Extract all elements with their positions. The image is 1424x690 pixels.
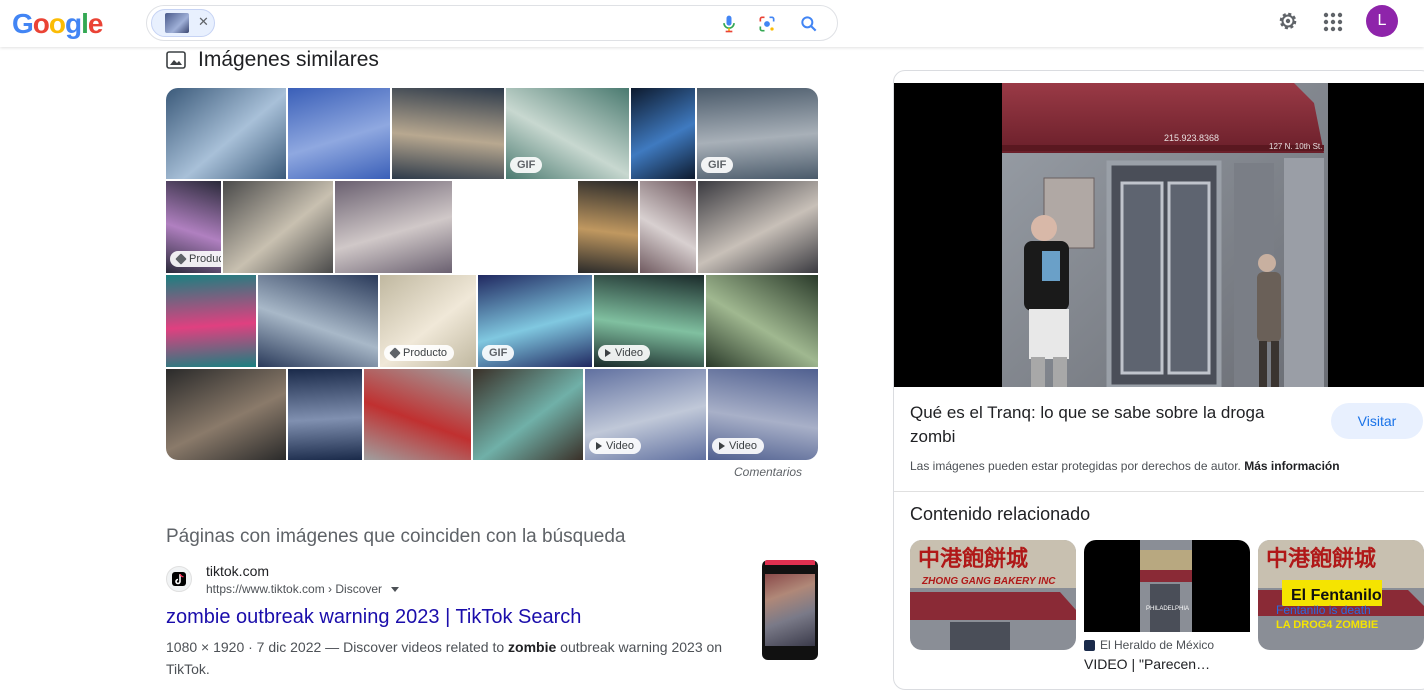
- similar-image-tile[interactable]: [631, 88, 695, 179]
- tag-icon: [389, 347, 401, 359]
- image-icon: [166, 51, 186, 69]
- gif-badge: GIF: [482, 345, 515, 361]
- awning-phone: 215.923.8368: [1164, 133, 1219, 143]
- selected-image[interactable]: 215.923.8368 127 N. 10th St.: [894, 83, 1424, 387]
- caret-down-icon[interactable]: [391, 587, 400, 593]
- search-icon[interactable]: [799, 14, 819, 34]
- similar-image-tile[interactable]: [364, 369, 471, 460]
- product-badge: Producto: [384, 345, 455, 361]
- storefront-image: 215.923.8368 127 N. 10th St.: [894, 83, 1424, 387]
- logo-letter: o: [32, 8, 50, 39]
- similar-image-tile[interactable]: [258, 275, 378, 367]
- similar-image-tile[interactable]: Producto: [380, 275, 476, 367]
- feedback-link[interactable]: Comentarios: [734, 465, 802, 479]
- account-avatar[interactable]: L: [1366, 5, 1398, 37]
- source-favicon-icon: [1084, 639, 1095, 651]
- similar-images-header: Imágenes similares: [166, 46, 379, 74]
- video-badge: Video: [598, 345, 650, 361]
- similar-image-tile[interactable]: [166, 275, 256, 367]
- panel-title[interactable]: Qué es el Tranq: lo que se sabe sobre la…: [910, 401, 1310, 449]
- search-box[interactable]: ✕: [146, 5, 838, 41]
- similar-image-tile[interactable]: [392, 88, 504, 179]
- microphone-icon[interactable]: [719, 14, 739, 34]
- svg-text:中港飽餅城: 中港飽餅城: [918, 546, 1028, 572]
- svg-text:Fentanilo is death: Fentanilo is death: [1276, 603, 1371, 617]
- tag-icon: [175, 253, 187, 265]
- related-card-3[interactable]: 中港飽餅城 El Fentanilo Fentanilo is death LA…: [1258, 540, 1424, 650]
- play-icon: [719, 442, 725, 450]
- svg-text:中港飽餅城: 中港飽餅城: [1266, 546, 1376, 572]
- similar-image-tile[interactable]: Video: [708, 369, 818, 460]
- awning-address: 127 N. 10th St.: [1269, 142, 1322, 151]
- product-badge: Produc: [170, 251, 221, 267]
- logo-letter: o: [48, 8, 66, 39]
- similar-image-tile[interactable]: [473, 369, 583, 460]
- related-content-title: Contenido relacionado: [910, 504, 1091, 524]
- gif-badge: GIF: [510, 157, 543, 173]
- remove-image-icon[interactable]: ✕: [198, 14, 209, 30]
- similar-image-tile[interactable]: [335, 181, 452, 273]
- tiktok-note-icon: [175, 574, 184, 585]
- similar-image-tile[interactable]: [223, 181, 333, 273]
- result-title-link[interactable]: zombie outbreak warning 2023 | TikTok Se…: [166, 606, 581, 629]
- similar-image-tile[interactable]: [698, 181, 818, 273]
- query-image-thumbnail: [165, 13, 189, 33]
- copyright-notice: Las imágenes pueden estar protegidas por…: [910, 459, 1340, 473]
- similar-image-tile[interactable]: [288, 369, 362, 460]
- similar-image-tile[interactable]: GIF: [697, 88, 818, 179]
- play-icon: [596, 442, 602, 450]
- gear-icon[interactable]: [1276, 9, 1300, 33]
- apps-grid-icon[interactable]: [1322, 11, 1344, 33]
- similar-image-tile[interactable]: [706, 275, 818, 367]
- similar-image-tile[interactable]: [288, 88, 390, 179]
- svg-text:ZHONG GANG BAKERY INC: ZHONG GANG BAKERY INC: [921, 576, 1056, 587]
- svg-text:PHILADELPHIA: PHILADELPHIA: [1146, 606, 1189, 612]
- camera-lens-icon[interactable]: [757, 14, 777, 34]
- similar-images-title: Imágenes similares: [198, 48, 379, 71]
- related-card-2[interactable]: PHILADELPHIA: [1084, 540, 1250, 650]
- similar-images-grid: GIF GIF Produc Producto GIF Video Video Video: [166, 88, 818, 460]
- similar-image-tile[interactable]: [578, 181, 638, 273]
- result-thumbnail[interactable]: [762, 560, 818, 660]
- play-icon: [605, 349, 611, 357]
- more-info-link[interactable]: Más información: [1244, 459, 1339, 473]
- site-name: tiktok.com: [206, 563, 270, 579]
- related-card-1[interactable]: 中港飽餅城 ZHONG GANG BAKERY INC: [910, 540, 1076, 650]
- related-card-2-title[interactable]: VIDEO | "Parecen…: [1084, 656, 1210, 672]
- site-url: https://www.tiktok.com › Discover: [206, 582, 400, 596]
- similar-image-tile[interactable]: GIF: [506, 88, 629, 179]
- google-logo[interactable]: Google: [12, 8, 104, 40]
- logo-letter: G: [12, 8, 34, 39]
- matching-pages-title: Páginas con imágenes que coinciden con l…: [166, 526, 626, 547]
- svg-text:LA DROG4 ZOMBIE: LA DROG4 ZOMBIE: [1276, 619, 1378, 631]
- related-card-2-source: El Heraldo de México: [1084, 638, 1214, 652]
- image-search-chip[interactable]: ✕: [151, 9, 215, 37]
- logo-letter: e: [87, 8, 104, 39]
- similar-image-tile[interactable]: GIF: [478, 275, 592, 367]
- similar-image-tile[interactable]: [640, 181, 696, 273]
- svg-text:El Fentanilo: El Fentanilo: [1291, 587, 1382, 604]
- visit-button[interactable]: Visitar: [1331, 403, 1423, 439]
- similar-image-tile[interactable]: [166, 369, 286, 460]
- similar-image-tile[interactable]: Video: [585, 369, 706, 460]
- result-snippet: 1080 × 1920 · 7 dic 2022 — Discover vide…: [166, 639, 723, 677]
- divider: [894, 491, 1424, 492]
- logo-letter: g: [65, 8, 82, 39]
- video-badge: Video: [712, 438, 764, 454]
- logo-letter: l: [81, 8, 89, 39]
- video-badge: Video: [589, 438, 641, 454]
- top-bar: Google ✕ L: [0, 0, 1424, 47]
- tiktok-favicon: [166, 566, 192, 592]
- similar-image-tile[interactable]: [166, 88, 286, 179]
- similar-image-tile[interactable]: Video: [594, 275, 704, 367]
- similar-image-tile[interactable]: Produc: [166, 181, 221, 273]
- image-detail-panel: 215.923.8368 127 N. 10th St. Qué es el T…: [893, 70, 1424, 690]
- gif-badge: GIF: [701, 157, 734, 173]
